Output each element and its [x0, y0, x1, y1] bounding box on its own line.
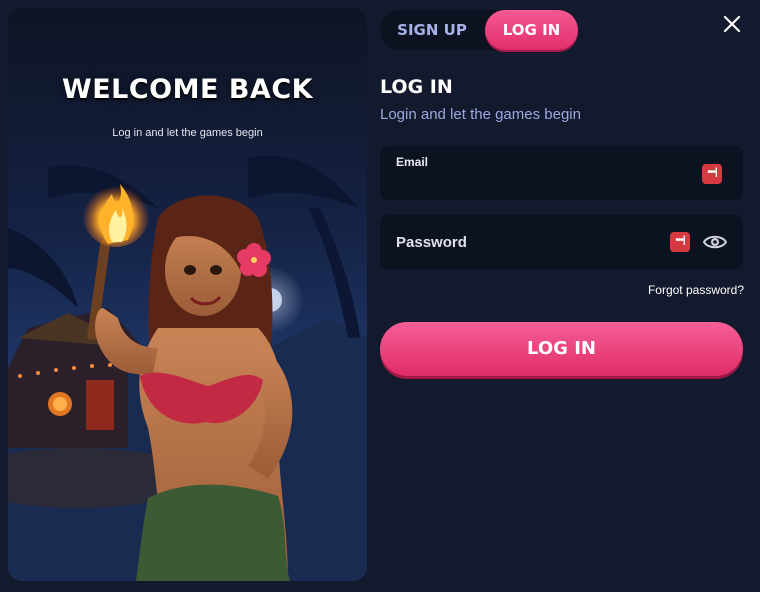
auth-tabs: SIGN UP LOG IN	[380, 10, 578, 50]
form-subtitle: Login and let the games begin	[380, 106, 581, 123]
forgot-password-link[interactable]: Forgot password?	[648, 283, 744, 297]
password-label: Password	[396, 234, 467, 251]
form-title: LOG IN	[380, 76, 453, 98]
email-label: Email	[396, 155, 429, 169]
hero-subtitle: Log in and let the games begin	[112, 127, 263, 139]
hero-title: WELCOME BACK	[61, 74, 314, 105]
tab-log-in[interactable]: LOG IN	[485, 10, 578, 50]
eye-icon[interactable]	[703, 232, 727, 252]
close-icon[interactable]	[720, 12, 744, 36]
tab-sign-up[interactable]: SIGN UP	[380, 10, 484, 50]
email-input[interactable]	[394, 172, 678, 196]
email-field[interactable]: Email •••|	[380, 146, 743, 200]
password-manager-icon[interactable]: •••|	[702, 164, 722, 184]
password-manager-icon[interactable]: •••|	[670, 232, 690, 252]
login-button[interactable]: LOG IN	[380, 322, 743, 376]
password-field[interactable]: Password •••|	[380, 215, 743, 269]
hero-panel: WELCOME BACK Log in and let the games be…	[8, 8, 367, 581]
